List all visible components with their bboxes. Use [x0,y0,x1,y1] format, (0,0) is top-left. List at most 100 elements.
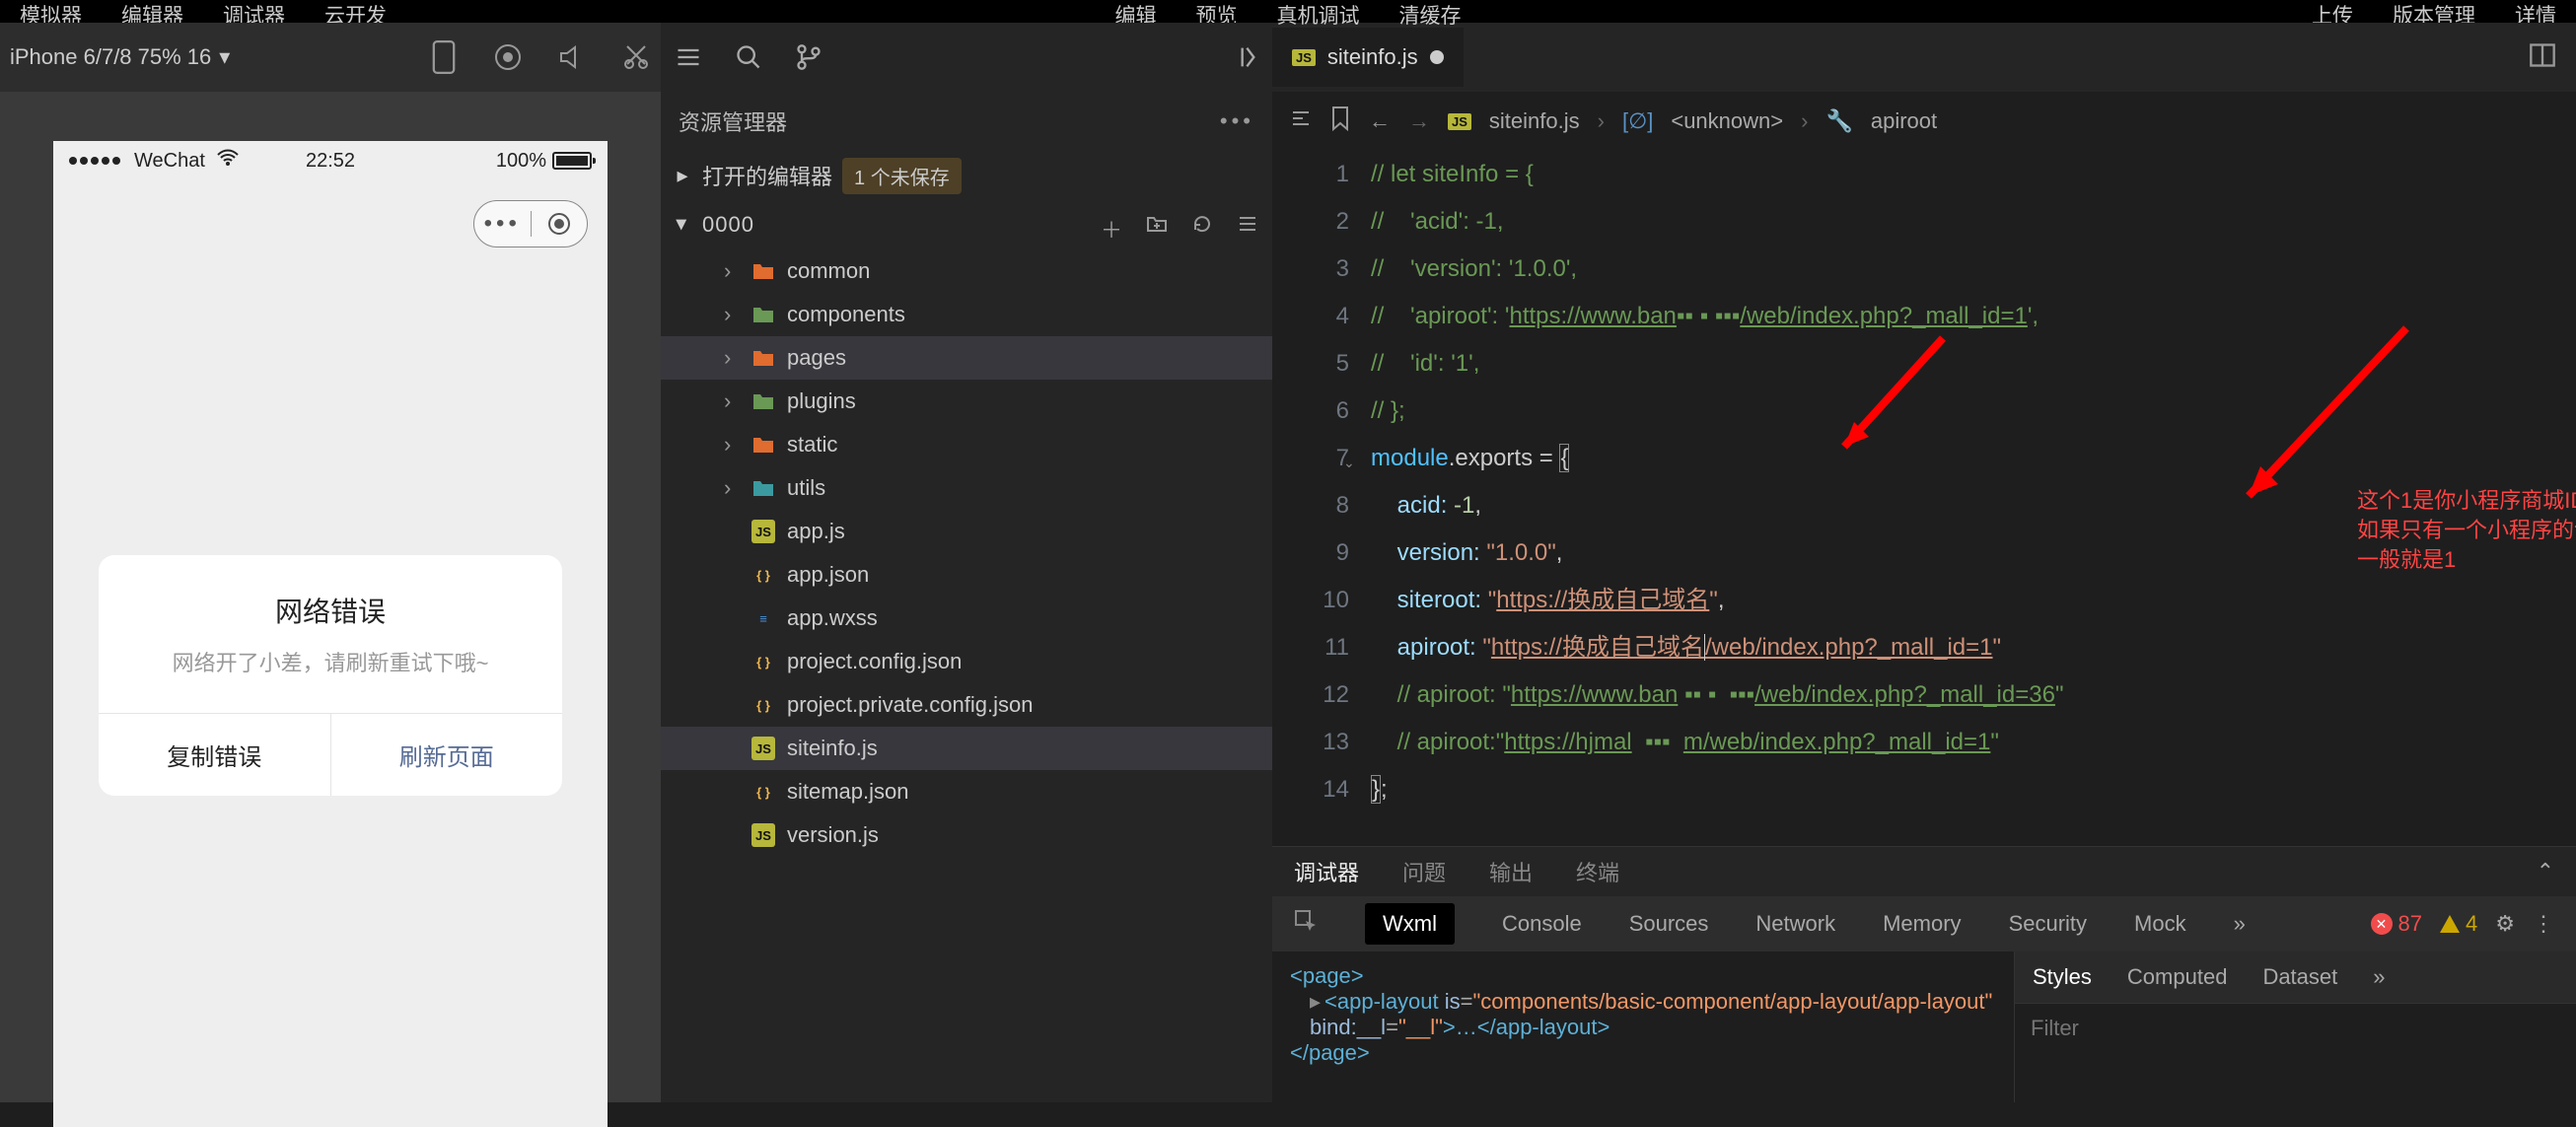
capsule-button[interactable]: ••• [473,200,588,247]
chevron-up-icon[interactable]: ⌃ [2537,859,2554,884]
folder-static[interactable]: ›static [661,423,1272,466]
unsaved-dot-icon [1430,50,1444,64]
battery-icon [552,152,592,170]
styles-overflow-icon[interactable]: » [2373,964,2385,990]
crumb-symbol1[interactable]: <unknown> [1671,108,1783,134]
collapse-all-icon[interactable] [1237,213,1260,237]
devtab-sources[interactable]: Sources [1629,911,1709,937]
kebab-icon[interactable]: ⋮ [2533,911,2554,937]
sound-icon[interactable] [557,42,587,72]
tab-siteinfo[interactable]: JS siteinfo.js [1272,28,1464,87]
record-icon[interactable] [493,42,523,72]
styles-pane: Styles Computed Dataset » [2014,951,2576,1102]
js-icon: JS [751,823,775,847]
tab-terminal[interactable]: 终端 [1576,856,1619,887]
variable-icon: [∅] [1622,108,1653,134]
json-icon: { } [751,693,775,717]
simulator-toolbar: iPhone 6/7/8 75% 16 ▾ [0,23,661,92]
file-version.js[interactable]: JSversion.js [661,813,1272,857]
collapse-icon[interactable] [1227,39,1262,75]
app-menubar: 模拟器 编辑器 调试器 云开发 编辑 预览 真机调试 清缓存 上传 版本管理 详… [0,0,2576,23]
folder-pages[interactable]: ›pages [661,336,1272,380]
split-editor-icon[interactable] [2529,41,2556,74]
chevron-right-icon: ▸ [673,163,692,188]
devtab-console[interactable]: Console [1502,911,1582,937]
devtab-overflow-icon[interactable]: » [2234,911,2246,937]
file-app.json[interactable]: { }app.json [661,553,1272,597]
chevron-right-icon: › [724,302,740,327]
folder-components[interactable]: ›components [661,293,1272,336]
wxml-pane[interactable]: <page> ▸<app-layout is="components/basic… [1272,951,2014,1102]
new-file-icon[interactable]: ＋ [1101,213,1124,237]
file-project.private.config.json[interactable]: { } project.private.config.json [661,683,1272,727]
computed-tab[interactable]: Computed [2127,964,2228,990]
devtab-wxml[interactable]: Wxml [1365,903,1455,945]
refresh-icon[interactable] [1191,213,1215,237]
forward-icon[interactable]: → [1408,108,1430,134]
tab-output[interactable]: 输出 [1489,856,1533,887]
folder-plugins[interactable]: ›plugins [661,380,1272,423]
bookmark-icon[interactable] [1329,106,1351,137]
devtab-security[interactable]: Security [2009,911,2087,937]
device-icon[interactable] [429,42,459,72]
file-label: project.private.config.json [787,692,1033,718]
code-editor[interactable]: 1234 5678 9101112 1314 ⌄ // let siteInfo… [1272,151,2576,846]
crumb-file[interactable]: siteinfo.js [1489,108,1580,134]
devtab-memory[interactable]: Memory [1883,911,1961,937]
tab-problems[interactable]: 问题 [1402,856,1446,887]
open-editors-section[interactable]: ▸ 打开的编辑器 1 个未保存 [661,151,1272,200]
folder-icon [751,433,775,457]
editor-pane: ← → JS siteinfo.js › [∅] <unknown> › 🔧 a… [1272,92,2576,1102]
search-icon[interactable] [731,39,766,75]
json-icon: { } [751,650,775,673]
branch-icon[interactable] [791,39,826,75]
project-section[interactable]: ▸ 0000 ＋ [661,200,1272,249]
warning-count[interactable]: 4 [2440,911,2477,937]
devtab-mock[interactable]: Mock [2134,911,2186,937]
more-icon[interactable]: ••• [474,210,531,238]
file-label: app.js [787,519,845,544]
folder-utils[interactable]: ›utils [661,466,1272,510]
inspect-icon[interactable] [1294,909,1318,939]
cut-icon[interactable] [621,42,651,72]
file-app.wxss[interactable]: ≡app.wxss [661,597,1272,640]
file-label: common [787,258,870,284]
new-folder-icon[interactable] [1146,213,1170,237]
time-label: 22:52 [306,150,355,173]
device-selector[interactable]: iPhone 6/7/8 75% 16 ▾ [10,44,230,70]
phone-frame: WeChat 22:52 100% ••• 网络错误 网络 [53,141,608,1127]
file-sitemap.json[interactable]: { } sitemap.json [661,770,1272,813]
chevron-right-icon: › [724,258,740,284]
folder-common[interactable]: › common [661,249,1272,293]
close-capsule-icon[interactable] [532,213,588,235]
explorer-title: 资源管理器 [679,106,787,137]
fold-chevron-icon[interactable]: ⌄ [1343,439,1355,486]
breadcrumb[interactable]: ← → JS siteinfo.js › [∅] <unknown> › 🔧 a… [1272,92,2576,151]
back-icon[interactable]: ← [1369,108,1391,134]
error-count[interactable]: ✕87 [2371,911,2422,937]
tab-debugger[interactable]: 调试器 [1294,856,1359,887]
file-app.js[interactable]: JSapp.js [661,510,1272,553]
dataset-tab[interactable]: Dataset [2262,964,2337,990]
debug-panel: 调试器 问题 输出 终端 ⌃ Wxml Console Sources Netw… [1272,846,2576,1102]
file-project.config.json[interactable]: { }project.config.json [661,640,1272,683]
copy-error-button[interactable]: 复制错误 [99,714,331,796]
more-icon[interactable]: ••• [1220,108,1254,134]
styles-tab[interactable]: Styles [2033,964,2092,990]
folder-icon [751,476,775,500]
chevron-right-icon: › [724,432,740,458]
styles-filter-input[interactable] [2031,1016,2560,1041]
menu-clear-cache[interactable]: 清缓存 [1399,0,1462,30]
settings-gear-icon[interactable]: ⚙ [2495,911,2515,937]
list-icon[interactable] [671,39,706,75]
fold-icon[interactable] [1290,107,1312,135]
explorer-pane: 资源管理器 ••• ▸ 打开的编辑器 1 个未保存 ▸ 0000 ＋ › comm… [661,92,1272,1102]
file-label: sitemap.json [787,779,909,805]
devtab-network[interactable]: Network [1755,911,1835,937]
menu-remote-debug[interactable]: 真机调试 [1277,0,1360,30]
battery-label: 100% [496,150,546,173]
crumb-symbol2[interactable]: apiroot [1871,108,1937,134]
file-siteinfo.js[interactable]: JSsiteinfo.js [661,727,1272,770]
refresh-button[interactable]: 刷新页面 [331,714,563,796]
json-icon: { } [751,780,775,804]
